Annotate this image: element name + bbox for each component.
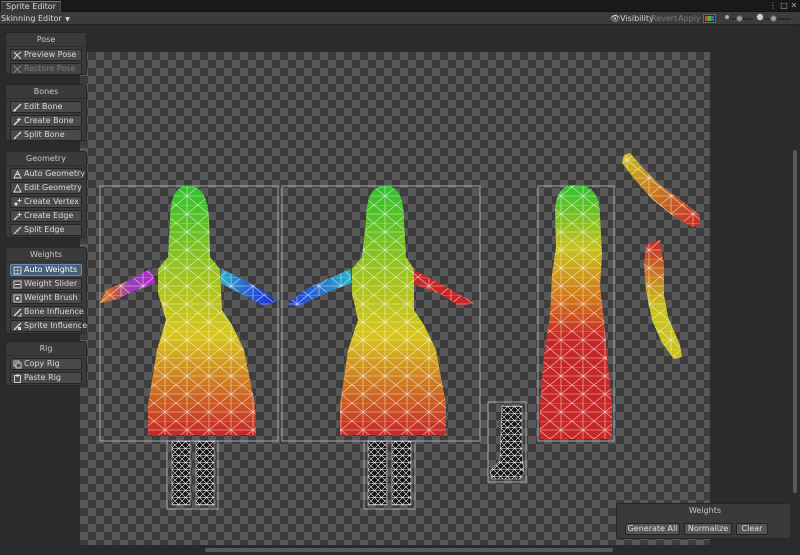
sprite-canvas[interactable] — [0, 25, 800, 555]
restore-pose-label: Restore Pose — [24, 64, 76, 73]
split-edge-icon — [13, 226, 22, 235]
zoom-slider-handle[interactable] — [770, 15, 777, 22]
editor-mode-label: Skinning Editor — [1, 14, 62, 23]
copy-rig-icon — [13, 360, 22, 369]
weights-window-title: Weights — [688, 506, 722, 515]
auto-geometry-button[interactable]: Auto Geometry — [10, 168, 86, 180]
edit-bone-button[interactable]: Edit Bone — [10, 101, 82, 113]
auto-geometry-label: Auto Geometry — [24, 169, 86, 178]
bone-influence-button[interactable]: Bone Influence — [10, 306, 84, 318]
edit-geometry-icon — [13, 184, 22, 193]
create-bone-button[interactable]: Create Bone — [10, 115, 82, 127]
rig-panel-title: Rig — [6, 342, 86, 356]
weight-slider-label: Weight Slider — [24, 279, 78, 288]
window-tab-bar: Sprite Editor ⋮ □ ✕ — [0, 0, 800, 12]
create-bone-icon — [13, 117, 21, 126]
editor-toolbar: Skinning Editor ▼ 👁Visibility Revert App… — [0, 12, 800, 25]
visibility-toggle[interactable]: 👁Visibility — [610, 13, 654, 24]
auto-weights-icon — [13, 266, 22, 275]
create-vertex-button[interactable]: Create Vertex — [10, 196, 82, 208]
apply-button[interactable]: Apply — [678, 13, 701, 24]
auto-geometry-icon — [13, 170, 22, 179]
edit-bone-icon — [13, 103, 22, 112]
pose-panel: Pose Preview Pose Restore Pose — [5, 32, 87, 75]
vertical-scroll-thumb[interactable] — [793, 150, 797, 493]
geometry-panel-title: Geometry — [6, 152, 86, 166]
eye-icon: 👁 — [610, 14, 621, 23]
brightness-small-icon — [723, 13, 731, 24]
brightness-large-icon — [756, 13, 764, 24]
alpha-slider-handle[interactable] — [736, 15, 743, 22]
sprite-influence-icon — [13, 322, 22, 331]
pose-panel-title: Pose — [6, 33, 86, 47]
auto-weights-label: Auto Weights — [24, 265, 78, 274]
create-vertex-label: Create Vertex — [24, 197, 79, 206]
preview-pose-button[interactable]: Preview Pose — [10, 49, 82, 61]
weights-window: Weights Generate All Normalize Clear — [616, 503, 794, 539]
visibility-label: Visibility — [620, 14, 654, 23]
preview-pose-icon — [13, 51, 22, 60]
create-vertex-icon — [14, 198, 22, 206]
revert-button[interactable]: Revert — [651, 13, 677, 24]
weight-brush-label: Weight Brush — [24, 293, 78, 302]
edit-geometry-label: Edit Geometry — [24, 183, 82, 192]
weights-panel: Weights Auto Weights Weight Slider Weigh… — [5, 247, 87, 334]
copy-rig-button[interactable]: Copy Rig — [10, 358, 82, 370]
weight-slider-icon — [13, 280, 22, 289]
copy-rig-label: Copy Rig — [24, 359, 60, 368]
paste-rig-icon — [14, 374, 21, 383]
bones-panel-title: Bones — [6, 85, 86, 99]
split-edge-button[interactable]: Split Edge — [10, 224, 82, 236]
split-edge-label: Split Edge — [24, 225, 65, 234]
split-bone-label: Split Bone — [24, 130, 65, 139]
weights-panel-title: Weights — [6, 248, 86, 262]
editor-mode-dropdown[interactable]: Skinning Editor ▼ — [1, 13, 70, 24]
weight-brush-icon — [13, 294, 22, 303]
color-channels-icon[interactable] — [703, 14, 716, 23]
restore-pose-icon — [13, 65, 22, 74]
close-icon[interactable]: ✕ — [789, 1, 799, 11]
tab-sprite-editor[interactable]: Sprite Editor — [1, 1, 61, 12]
split-bone-button[interactable]: Split Bone — [10, 129, 82, 141]
weight-brush-button[interactable]: Weight Brush — [10, 292, 82, 304]
bone-influence-label: Bone Influence — [24, 307, 84, 316]
generate-all-button[interactable]: Generate All — [625, 523, 680, 535]
auto-weights-button[interactable]: Auto Weights — [10, 264, 82, 276]
sprite-influence-label: Sprite Influence — [24, 321, 88, 330]
create-edge-label: Create Edge — [24, 211, 74, 220]
bone-influence-icon — [13, 308, 22, 317]
normalize-button[interactable]: Normalize — [684, 523, 732, 535]
preview-pose-label: Preview Pose — [24, 50, 77, 59]
create-edge-button[interactable]: Create Edge — [10, 210, 82, 222]
zoom-slider-track[interactable] — [765, 18, 791, 20]
maximize-icon[interactable]: □ — [779, 1, 789, 11]
restore-pose-button[interactable]: Restore Pose — [10, 63, 82, 75]
edit-bone-label: Edit Bone — [24, 102, 63, 111]
paste-rig-button[interactable]: Paste Rig — [10, 372, 82, 384]
create-bone-label: Create Bone — [24, 116, 74, 125]
weight-slider-button[interactable]: Weight Slider — [10, 278, 82, 290]
geometry-panel: Geometry Auto Geometry Edit Geometry Cre… — [5, 151, 87, 238]
sprite-influence-button[interactable]: Sprite Influence — [10, 320, 87, 332]
create-edge-icon — [13, 212, 22, 221]
bones-panel: Bones Edit Bone Create Bone Split Bone — [5, 84, 87, 141]
horizontal-scroll-thumb[interactable] — [205, 548, 613, 552]
split-bone-icon — [13, 131, 22, 140]
sprite-viewport[interactable] — [0, 25, 800, 555]
paste-rig-label: Paste Rig — [24, 373, 61, 382]
edit-geometry-button[interactable]: Edit Geometry — [10, 182, 82, 194]
more-options-icon[interactable]: ⋮ — [768, 1, 778, 11]
chevron-down-icon: ▼ — [65, 16, 70, 23]
rig-panel: Rig Copy Rig Paste Rig — [5, 341, 87, 386]
clear-button[interactable]: Clear — [736, 523, 768, 535]
